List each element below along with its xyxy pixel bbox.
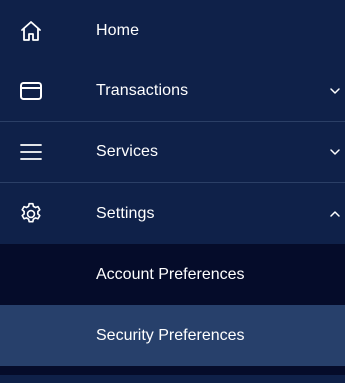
nav-item-home[interactable]: Home — [0, 0, 345, 61]
chevron-down-icon[interactable] — [329, 85, 341, 97]
menu-icon — [18, 139, 44, 165]
submenu-bottom-edge — [0, 366, 345, 375]
chevron-up-icon[interactable] — [329, 208, 341, 220]
nav-item-label: Transactions — [96, 82, 189, 99]
nav-item-label: Home — [96, 21, 140, 39]
card-icon — [18, 78, 44, 104]
submenu-item-account-preferences[interactable]: Account Preferences — [0, 244, 345, 305]
nav-item-transactions[interactable]: Transactions — [0, 61, 345, 122]
home-icon — [18, 18, 44, 44]
chevron-down-icon[interactable] — [329, 146, 341, 158]
nav-item-services[interactable]: Services — [0, 122, 345, 183]
submenu-item-security-preferences[interactable]: Security Preferences — [0, 305, 345, 366]
nav-item-settings[interactable]: Settings — [0, 183, 345, 244]
gear-icon — [18, 201, 44, 227]
side-navigation: Home Transactions Services Settings Acco… — [0, 0, 345, 383]
submenu-item-label: Account Preferences — [96, 265, 245, 283]
nav-item-label: Settings — [96, 204, 155, 222]
nav-item-label: Services — [96, 143, 159, 160]
submenu-item-label: Security Preferences — [96, 326, 245, 344]
